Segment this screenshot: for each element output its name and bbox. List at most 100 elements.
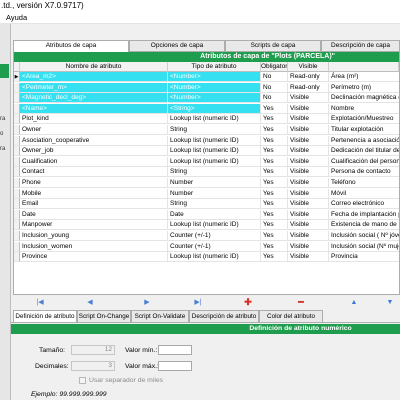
cell-description: Existencia de mano de obra [329,220,399,231]
tab-attribute-color[interactable]: Color del atributo [259,310,323,322]
cell-attribute-name: <Name> [20,103,168,114]
cell-attribute-name: Contact [20,167,168,178]
previous-record-icon[interactable]: ◀ [83,297,97,308]
max-value-label: Valor máx.: [125,363,159,370]
cell-required: Yes [261,241,288,252]
table-row[interactable]: Province Lookup list (numeric ID) Yes Visib… [14,252,399,263]
cell-visible: Visible [288,93,329,104]
menu-item-ayuda[interactable]: Ayuda [6,13,27,22]
thousands-separator-checkbox[interactable] [79,377,86,384]
table-row[interactable]: Date Date Yes Visible Fecha de implantación … [14,209,399,220]
tab-layer-options[interactable]: Opciones de capa [129,40,225,51]
cell-attribute-name: Owner [20,125,168,135]
table-row[interactable]: Cualification Lookup list (numeric ID) Yes… [14,156,399,167]
example-row: Ejemplo: 99.999.999.999 [31,391,107,398]
table-row[interactable]: Owner_job Lookup list (numeric ID) Yes Visi… [14,146,399,157]
cell-description: Dedicación del titular de la expl [329,146,399,157]
cell-description: Declinación magnética (°) [329,94,399,104]
table-row[interactable]: Contact String Yes Visible Persona de contac… [14,167,399,178]
decimals-label: Decimales: [35,363,69,370]
tab-script-on-validate[interactable]: Script On-Validate [131,310,189,322]
cell-attribute-type: Lookup list (numeric ID) [168,156,261,167]
example-label: Ejemplo [31,391,56,398]
cell-description: Teléfono [329,178,399,188]
first-record-icon[interactable]: |◀ [33,297,47,308]
cell-required: Yes [261,114,288,125]
cell-attribute-type: Counter (+/-1) [168,231,261,241]
table-row[interactable]: <Perimeter_m> <Number> No Read-only Perímetr… [14,82,399,93]
cell-visible: Visible [288,146,329,157]
cell-visible: Visible [288,209,329,220]
column-header-type[interactable]: Tipo de atributo [168,62,261,72]
cell-description: Inclusión social ( Nº jóvenes) [329,232,399,241]
last-record-icon[interactable]: ▶| [191,297,205,308]
table-row[interactable]: Manpower Lookup list (numeric ID) Yes Visib… [14,220,399,231]
attribute-tabs: Definición de atributo Script On-Change … [11,310,400,322]
cell-attribute-name: Phone [20,178,168,188]
tab-layer-scripts[interactable]: Scripts de capa [225,40,321,51]
table-row[interactable]: Asociation_cooperative Lookup list (numer… [14,135,399,146]
decimals-input[interactable]: 3 [71,361,115,371]
table-row[interactable]: Inclusion_young Counter (+/-1) Yes Visible I… [14,231,399,241]
cell-description: Provincia [329,252,399,263]
next-record-icon[interactable]: ▶ [140,297,154,308]
cell-visible: Visible [288,125,329,135]
cell-attribute-type: Lookup list (numeric ID) [168,252,261,263]
cell-visible: Visible [288,252,329,263]
min-value-input[interactable] [158,345,192,355]
table-row[interactable]: Mobile Number Yes Visible Móvil [14,188,399,199]
cell-required: Yes [261,199,288,210]
column-header-description[interactable] [329,62,399,72]
tab-layer-attributes[interactable]: Atributos de capa [13,40,129,52]
cell-attribute-type: Number [168,178,261,188]
cell-description: Explotación/Muestreo [329,114,399,125]
definition-title: Definición de atributo numérico [11,324,400,334]
tab-attribute-definition[interactable]: Definición de atributo [13,310,77,322]
max-value-input[interactable] [158,361,192,371]
left-panel-label: ra [0,146,6,152]
tab-attribute-description[interactable]: Descripción de atributo [189,310,259,322]
move-up-icon[interactable]: ▲ [347,297,361,308]
cell-visible: Visible [288,199,329,210]
table-row[interactable]: Plot_kind Lookup list (numeric ID) Yes Visi… [14,114,399,125]
left-panel-label: ra [0,116,6,122]
left-side-panel: ra o ra [0,24,11,400]
table-row[interactable]: <Name> <String> Yes Visible Nombre [14,103,399,114]
cell-visible: Visible [288,156,329,167]
cell-visible: Visible [288,135,329,146]
cell-required: Yes [261,103,288,114]
menu-bar: Ayuda [0,11,400,24]
table-row[interactable]: Inclusion_women Counter (+/-1) Yes Visible I… [14,241,399,252]
thousands-separator-label: Usar separador de miles [89,377,164,384]
cell-required: Yes [261,135,288,146]
remove-icon[interactable]: ━ [294,297,308,308]
column-header-required[interactable]: Obligatorio [261,62,288,72]
min-value-label: Valor mín.: [125,347,158,354]
attributes-table: Nombre de atributo Tipo de atributo Obli… [14,62,399,295]
cell-required: Yes [261,167,288,178]
column-header-name[interactable]: Nombre de atributo [20,62,168,72]
move-down-icon[interactable]: ▼ [383,297,397,308]
table-row[interactable]: ▶ <Area_m2> <Number> No Read-only Área (m²) [14,72,399,82]
table-row[interactable]: Owner String Yes Visible Titular explotación [14,125,399,135]
table-row[interactable]: Phone Number Yes Visible Teléfono [14,178,399,188]
cell-required: No [261,82,288,93]
table-row[interactable]: Email String Yes Visible Correo electrónico [14,199,399,210]
size-input[interactable]: 12 [71,345,115,355]
cell-description: Inclusión social (Nº mujeres) [329,242,399,252]
cell-required: No [261,93,288,104]
column-header-visible[interactable]: Visible [288,62,329,72]
left-panel-selection[interactable] [0,64,9,78]
cell-attribute-type: String [168,167,261,178]
cell-visible: Visible [288,114,329,125]
cell-description: Perímetro (m) [329,83,399,93]
table-row[interactable]: <Magnetic_decl_deg> <Number> No Visible Decl… [14,93,399,104]
tab-script-on-change[interactable]: Script On-Change [77,310,131,322]
main-area: Atributos de capa Opciones de capa Scrip… [11,24,400,400]
cell-attribute-type: <String> [168,103,261,114]
cell-description: Persona de contacto [329,167,399,178]
add-icon[interactable]: ✚ [241,297,255,308]
cell-attribute-name: Email [20,199,168,210]
cell-visible: Visible [288,167,329,178]
tab-layer-description[interactable]: Descripción de capa [321,40,400,51]
